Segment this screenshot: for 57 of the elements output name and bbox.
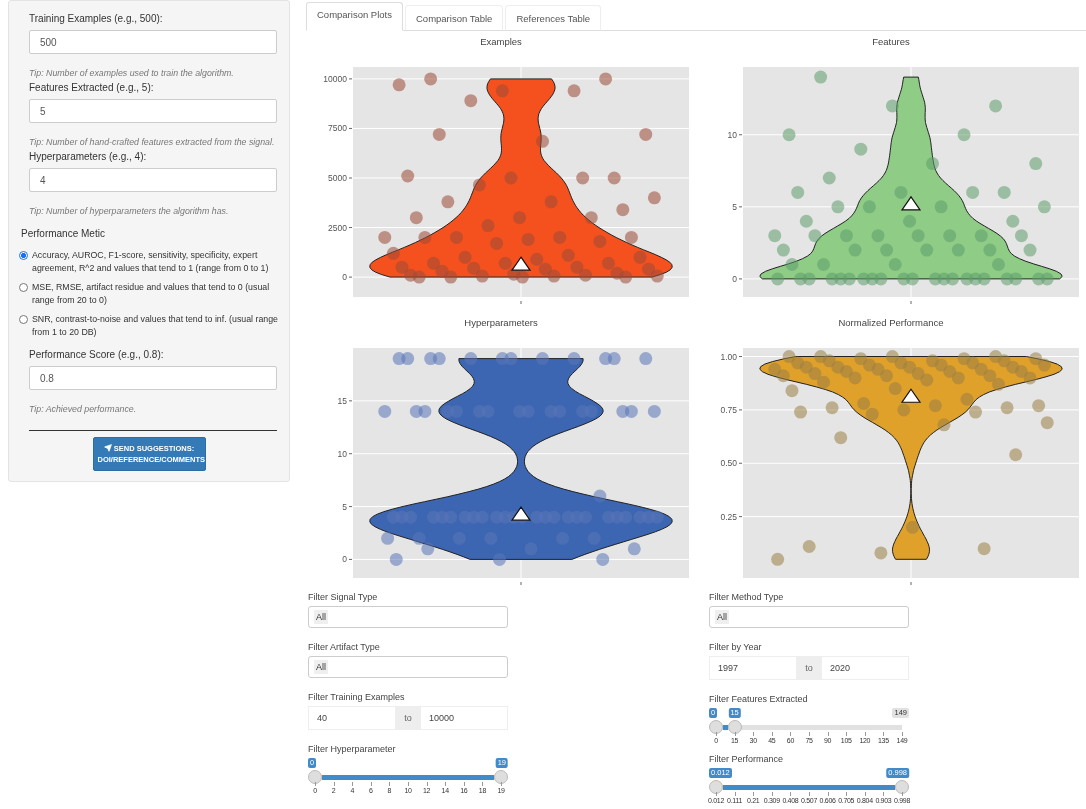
text-field[interactable]: 4 <box>29 168 277 192</box>
radio-label: Accuracy, AUROC, F1-score, sensitivity, specificity, expert agreement, R^2 and values that tend to 1 (range from 0 to 1) <box>32 249 270 275</box>
text-field[interactable]: 0.8 <box>29 366 277 390</box>
filter-label: Filter Hyperparameter <box>308 744 397 754</box>
range-separator: to <box>796 657 822 679</box>
axis-label: 10 <box>727 129 737 140</box>
tip-text: Tip: Number of hand-crafted features extracted from the signal. <box>29 137 276 147</box>
field-label: Performance Score (e.g., 0.8): <box>29 349 165 360</box>
axis-label: 0.50 <box>720 458 737 469</box>
select-field[interactable]: All <box>709 606 909 628</box>
select-field[interactable]: All <box>308 606 508 628</box>
field-label: Training Examples (e.g., 500): <box>29 13 164 24</box>
field-label: Features Extracted (e.g., 5): <box>29 82 155 93</box>
field-label: Hyperparameters (e.g., 4): <box>29 151 148 162</box>
axis-label: 0 <box>342 554 347 565</box>
filter-label: Filter Performance <box>709 754 785 764</box>
filter-label: Filter Artifact Type <box>308 642 381 652</box>
text-field[interactable]: 500 <box>29 30 277 54</box>
axis-label: 10000 <box>323 73 347 84</box>
chart-title: Normalized Performance <box>838 317 944 328</box>
filter-label: Filter Signal Type <box>308 592 379 602</box>
radio-label: SNR, contrast-to-noise and values that tend to inf. (usual range from 1 to 20 DB) <box>32 313 279 339</box>
axis-label: 7500 <box>328 123 347 134</box>
axis-label: 0 <box>342 272 347 283</box>
range-input[interactable]: 40 to 10000 <box>308 706 508 730</box>
tab[interactable]: Comparison Plots <box>306 2 403 31</box>
axis-label: 5000 <box>328 173 347 183</box>
axis-label: 0.25 <box>720 511 737 522</box>
range-input[interactable]: 1997 to 2020 <box>709 656 909 680</box>
filter-label: Filter Method Type <box>709 592 785 602</box>
tab[interactable]: References Table <box>505 5 602 31</box>
chart-title: Hyperparameters <box>464 317 538 328</box>
filter-label: Filter Training Examples <box>308 692 406 702</box>
axis-label: 5 <box>342 501 347 512</box>
selected-chip: All <box>715 610 729 624</box>
section-label: Performance Metic <box>21 228 106 239</box>
chart-title: Features <box>872 36 910 47</box>
text-field[interactable]: 5 <box>29 99 277 123</box>
chart-title: Examples <box>480 36 522 47</box>
axis-label: 15 <box>337 395 347 406</box>
axis-label: 5 <box>732 201 737 212</box>
axis-label: 10 <box>337 448 347 459</box>
radio-label: MSE, RMSE, artifact residue and values that tend to 0 (usual range from 20 to 0) <box>32 281 271 307</box>
select-field[interactable]: All <box>308 656 508 678</box>
range-separator: to <box>395 707 421 729</box>
filter-label: Filter by Year <box>709 642 763 652</box>
axis-label: 0.75 <box>720 404 737 415</box>
selected-chip: All <box>314 660 328 674</box>
axis-label: 0 <box>732 273 737 284</box>
tip-text: Tip: Number of examples used to train the algorithm. <box>29 68 235 78</box>
axis-label: 1.00 <box>720 351 737 362</box>
filter-label: Filter Features Extracted <box>709 694 809 704</box>
tab[interactable]: Comparison Table <box>405 5 504 31</box>
tip-text: Tip: Number of hyperparameters the algorithm has. <box>29 206 230 216</box>
selected-chip: All <box>314 610 328 624</box>
tip-text: Tip: Achieved performance. <box>29 404 138 414</box>
axis-label: 2500 <box>328 222 347 233</box>
